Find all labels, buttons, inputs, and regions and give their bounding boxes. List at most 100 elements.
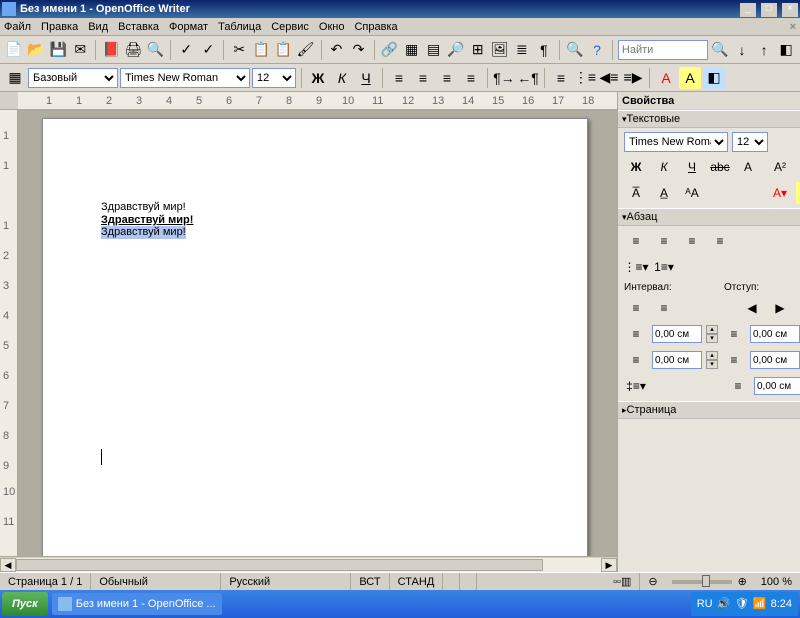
align-justify-button[interactable]: ≡	[460, 67, 482, 89]
side-underline-button[interactable]: Ч	[680, 156, 704, 178]
size-select[interactable]: 12	[252, 68, 296, 88]
horizontal-scrollbar[interactable]: ◀ ▶	[0, 556, 617, 572]
align-center-button[interactable]: ≡	[412, 67, 434, 89]
numbering-button[interactable]: ≡	[550, 67, 572, 89]
font-color-button[interactable]: A	[655, 67, 677, 89]
status-style[interactable]: Обычный	[91, 573, 221, 590]
indent-dec-button[interactable]: ◀≡	[598, 67, 620, 89]
status-stand[interactable]: СТАНД	[390, 573, 444, 590]
indent-inc-icon[interactable]: ▶	[768, 297, 792, 319]
link-button[interactable]: 🔗	[379, 39, 399, 61]
find-input[interactable]	[618, 40, 708, 60]
align-center-button[interactable]: ≡	[652, 230, 676, 252]
side-italic-button[interactable]: К	[652, 156, 676, 178]
rtl-button[interactable]: ←¶	[517, 67, 539, 89]
zoom-out-icon[interactable]: ⊖	[640, 573, 665, 590]
bold-button[interactable]: Ж	[307, 67, 329, 89]
pdf-button[interactable]: 📕	[101, 39, 121, 61]
scroll-left-icon[interactable]: ◀	[0, 558, 16, 572]
menu-edit[interactable]: Правка	[41, 21, 78, 33]
menu-window[interactable]: Окно	[319, 21, 345, 33]
gallery-button[interactable]: 🖼	[490, 39, 510, 61]
side-shadow-button[interactable]: A	[736, 156, 760, 178]
navigator-button[interactable]: ⊞	[468, 39, 488, 61]
side-shrink-button[interactable]: A̲	[652, 182, 676, 204]
status-insert[interactable]: ВСТ	[351, 573, 389, 590]
firstline-icon[interactable]: ≡	[726, 375, 750, 397]
doc-close-icon[interactable]: ×	[790, 21, 796, 33]
side-strike-button[interactable]: abc	[708, 156, 732, 178]
copy-button[interactable]: 📋	[251, 39, 271, 61]
find-replace-button[interactable]: 🔎	[446, 39, 466, 61]
taskbar-item-writer[interactable]: Без имени 1 - OpenOffice ...	[52, 593, 222, 615]
help-button[interactable]: ?	[587, 39, 607, 61]
right-input[interactable]	[750, 351, 800, 369]
section-paragraph[interactable]: Абзац	[618, 208, 800, 226]
side-bold-button[interactable]: Ж	[624, 156, 648, 178]
bgcolor-button[interactable]: ◧▾	[796, 256, 800, 278]
autospell-button[interactable]: ✓	[198, 39, 218, 61]
redo-button[interactable]: ↷	[349, 39, 369, 61]
side-grow-button[interactable]: A̅	[624, 182, 648, 204]
zoom-slider[interactable]	[672, 580, 732, 584]
status-lang[interactable]: Русский	[221, 573, 351, 590]
section-text[interactable]: Текстовые	[618, 110, 800, 128]
side-size-select[interactable]: 12	[732, 132, 768, 152]
align-left-button[interactable]: ≡	[388, 67, 410, 89]
highlight-icon[interactable]: ◧	[776, 39, 796, 61]
zoom-value[interactable]: 100 %	[753, 573, 800, 590]
open-button[interactable]: 📂	[26, 39, 46, 61]
side-fontcolor-button[interactable]: A▾	[768, 182, 792, 204]
above-icon[interactable]: ≡	[624, 323, 648, 345]
tray-shield-icon[interactable]: 🛡	[735, 597, 749, 611]
bg-color-button[interactable]: ◧	[703, 67, 725, 89]
menu-tools[interactable]: Сервис	[271, 21, 309, 33]
paste-button[interactable]: 📋	[273, 39, 293, 61]
side-sub-button[interactable]: A₂	[796, 156, 800, 178]
hanging-icon[interactable]: ≡	[796, 297, 800, 319]
email-button[interactable]: ✉	[70, 39, 90, 61]
numbering-button[interactable]: 1≡▾	[652, 256, 676, 278]
tray-network-icon[interactable]: 📶	[753, 597, 767, 611]
menu-help[interactable]: Справка	[354, 21, 397, 33]
preview-button[interactable]: 🔍	[145, 39, 165, 61]
horizontal-ruler[interactable]: 1123456789101112131415161718	[0, 92, 617, 110]
undo-button[interactable]: ↶	[326, 39, 346, 61]
left-icon[interactable]: ≡	[722, 323, 746, 345]
align-right-button[interactable]: ≡	[436, 67, 458, 89]
format-paint-button[interactable]: 🖌	[295, 39, 315, 61]
italic-button[interactable]: К	[331, 67, 353, 89]
underline-button[interactable]: Ч	[355, 67, 377, 89]
new-button[interactable]: 📄	[4, 39, 24, 61]
scroll-right-icon[interactable]: ▶	[601, 558, 617, 572]
cut-button[interactable]: ✂	[229, 39, 249, 61]
side-font-select[interactable]: Times New Roman	[624, 132, 728, 152]
table-button[interactable]: ▦	[402, 39, 422, 61]
menu-format[interactable]: Формат	[169, 21, 208, 33]
align-justify-button[interactable]: ≡	[708, 230, 732, 252]
space-dec-icon[interactable]: ≡	[652, 297, 676, 319]
bullets-button[interactable]: ⋮≡	[574, 67, 596, 89]
tray-volume-icon[interactable]: 🔊	[717, 597, 731, 611]
print-button[interactable]: 🖨	[123, 39, 143, 61]
side-super-button[interactable]: A²	[768, 156, 792, 178]
bullets-button[interactable]: ⋮≡▾	[624, 256, 648, 278]
align-right-button[interactable]: ≡	[680, 230, 704, 252]
start-button[interactable]: Пуск	[2, 592, 48, 616]
zoom-in-icon[interactable]: ⊕	[738, 575, 747, 588]
find-next-icon[interactable]: 🔍	[710, 39, 730, 61]
menu-file[interactable]: Файл	[4, 21, 31, 33]
styles-button[interactable]: ▦	[4, 67, 26, 89]
side-spacing-button[interactable]: ᴬA	[680, 182, 704, 204]
above-input[interactable]	[652, 325, 702, 343]
indent-inc-button[interactable]: ≡▶	[622, 67, 644, 89]
show-draw-button[interactable]: ▤	[424, 39, 444, 61]
nonprint-button[interactable]: ¶	[534, 39, 554, 61]
ltr-button[interactable]: ¶→	[493, 67, 515, 89]
menu-view[interactable]: Вид	[88, 21, 108, 33]
status-selection[interactable]	[443, 573, 460, 590]
right-icon[interactable]: ≡	[722, 349, 746, 371]
vertical-ruler[interactable]: 111234567891011	[0, 110, 18, 556]
linespacing-button[interactable]: ‡≡▾	[624, 375, 648, 397]
below-icon[interactable]: ≡	[624, 349, 648, 371]
